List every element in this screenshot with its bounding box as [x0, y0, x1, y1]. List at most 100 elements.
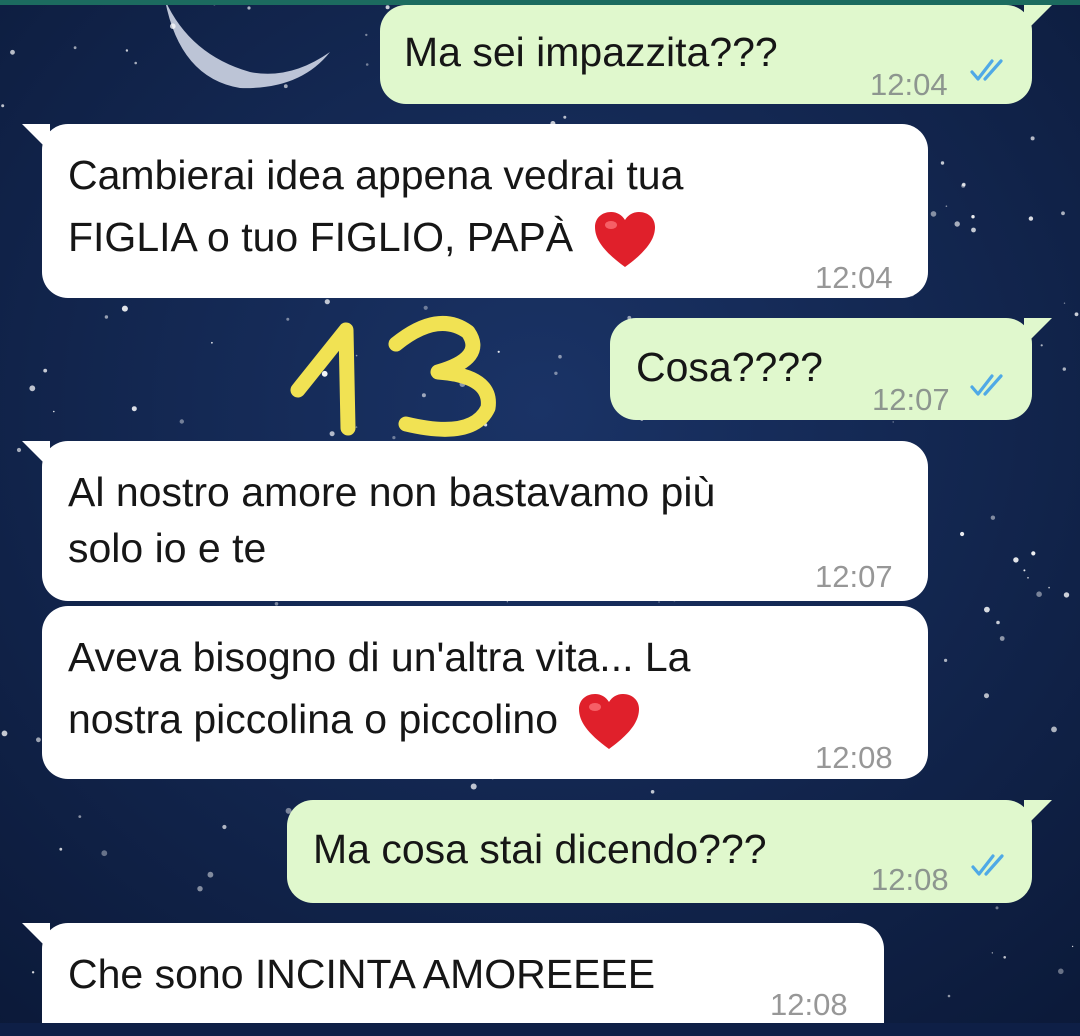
read-double-check-icon: [970, 374, 1003, 396]
read-double-check-icon: [971, 854, 1004, 876]
star: [1074, 312, 1079, 317]
star: [470, 783, 477, 790]
heart-icon: [579, 694, 640, 750]
star: [940, 161, 945, 165]
star: [1023, 569, 1026, 572]
star: [1036, 591, 1042, 597]
message-bubble-incoming[interactable]: Aveva bisogno di un'altra vita... La nos…: [42, 606, 928, 779]
star: [960, 531, 965, 537]
star: [962, 182, 966, 187]
star: [29, 385, 36, 392]
star: [1071, 945, 1074, 948]
star: [365, 63, 369, 66]
star: [283, 84, 288, 89]
star: [954, 221, 960, 227]
star: [1030, 136, 1035, 141]
star: [506, 601, 509, 603]
star: [650, 790, 655, 794]
star: [1063, 592, 1070, 598]
message-time: 12:08: [815, 740, 893, 775]
star: [16, 447, 22, 453]
heart-icon: [594, 212, 655, 268]
message-time: 12:04: [870, 67, 948, 102]
star: [984, 693, 989, 699]
message-text-line: FIGLIA o tuo FIGLIO, PAPÀ: [68, 206, 657, 269]
star: [999, 636, 1005, 641]
star: [53, 410, 55, 413]
message-text-line: Aveva bisogno di un'altra vita... La: [68, 634, 691, 680]
star: [121, 305, 128, 312]
message-bubble-outgoing[interactable]: Ma sei impazzita??? 12:04: [380, 5, 1052, 104]
star: [1028, 216, 1034, 221]
star: [971, 227, 976, 233]
star: [324, 299, 330, 305]
star: [1003, 956, 1006, 959]
read-double-check-icon: [970, 59, 1003, 81]
message-text: Ma cosa stai dicendo???: [313, 826, 767, 872]
star: [59, 847, 63, 851]
message-time: 12:04: [815, 260, 893, 295]
message-text: Cosa????: [636, 344, 823, 390]
message-time: 12:08: [871, 862, 949, 897]
message-bubble-incoming[interactable]: Che sono INCINTA AMOREEEE 12:08: [22, 923, 884, 1023]
star: [170, 23, 176, 30]
star: [134, 61, 137, 65]
star: [125, 49, 129, 52]
message-time: 12:08: [770, 987, 848, 1022]
star: [247, 6, 251, 10]
star: [658, 601, 660, 603]
star: [1, 730, 8, 737]
star: [971, 215, 975, 219]
message-text-line: nostra piccolina o piccolino: [68, 688, 641, 751]
star: [78, 815, 82, 818]
star: [1063, 302, 1066, 304]
star: [1, 104, 5, 108]
handwritten-number-overlay: [290, 315, 496, 437]
star: [930, 211, 937, 217]
star: [222, 824, 227, 830]
star: [1062, 367, 1067, 371]
star: [101, 850, 108, 857]
message-text-line: Al nostro amore non bastavamo più: [68, 469, 716, 515]
star: [563, 115, 567, 119]
star: [36, 737, 41, 743]
star: [991, 952, 993, 954]
star: [1031, 551, 1036, 556]
star: [211, 341, 213, 344]
star: [554, 371, 558, 375]
message-bubble-outgoing[interactable]: Ma cosa stai dicendo??? 12:08: [287, 800, 1052, 903]
star: [43, 368, 48, 373]
star: [996, 620, 1000, 625]
message-time: 12:07: [872, 382, 950, 417]
star: [365, 33, 368, 37]
message-text-line: solo io e te: [68, 525, 267, 571]
star: [990, 515, 996, 520]
message-text-line: Cambierai idea appena vedrai tua: [68, 152, 684, 198]
star: [207, 871, 214, 878]
star: [197, 886, 203, 892]
star: [31, 971, 35, 974]
star: [1027, 576, 1029, 579]
message-bubble-incoming[interactable]: Al nostro amore non bastavamo più solo i…: [22, 441, 928, 601]
star: [558, 354, 562, 359]
message-text: Che sono INCINTA AMOREEEE: [68, 951, 656, 997]
star: [104, 315, 109, 319]
message-text: Ma sei impazzita???: [404, 29, 778, 75]
star: [1058, 968, 1064, 975]
star: [385, 5, 390, 10]
star: [984, 606, 990, 613]
star: [179, 419, 184, 424]
star: [995, 906, 999, 910]
star: [1051, 726, 1057, 733]
star: [10, 49, 15, 55]
star: [1013, 557, 1019, 563]
star: [947, 994, 951, 998]
star: [73, 46, 77, 50]
star: [131, 406, 137, 412]
star: [1061, 211, 1065, 216]
message-bubble-incoming[interactable]: Cambierai idea appena vedrai tua FIGLIA …: [22, 124, 928, 298]
star: [945, 205, 948, 207]
star: [944, 658, 948, 663]
message-time: 12:07: [815, 559, 893, 594]
message-bubble-outgoing[interactable]: Cosa???? 12:07: [610, 318, 1052, 420]
